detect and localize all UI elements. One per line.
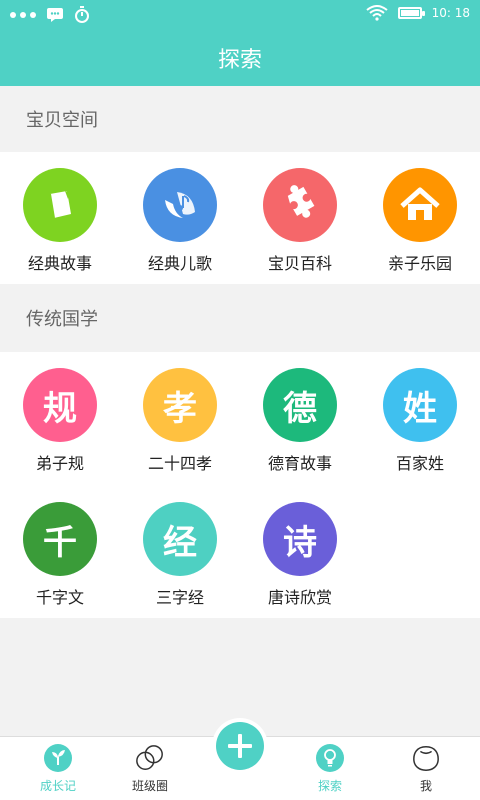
item-label: 唐诗欣赏 [267,588,332,607]
item-classic-songs[interactable]: 经典儿歌 [120,152,240,282]
tab-me[interactable]: 我 [378,743,474,794]
wifi-icon [365,5,388,21]
item-dizigui[interactable]: 规 弟子规 [0,352,120,482]
item-moral-stories[interactable]: 德 德育故事 [240,352,360,482]
item-label: 二十四孝 [147,454,212,473]
item-thousand-char[interactable]: 千 千字文 [0,486,120,616]
item-three-char-classic[interactable]: 经 三字经 [120,486,240,616]
item-label: 经典儿歌 [147,254,212,273]
item-label: 经典故事 [27,254,92,273]
item-label: 德育故事 [267,454,332,473]
tab-label: 我 [419,779,432,793]
baby-space-grid: 经典故事 经典儿歌 宝贝百科 亲子乐园 [0,152,480,284]
page-title: 探索 [217,48,262,73]
book-icon [23,168,97,242]
item-label: 千字文 [35,588,84,607]
plus-icon [216,722,264,770]
section-header-baby-space: 宝贝空间 [0,86,480,152]
tab-label: 成长记 [39,779,76,793]
xing-char-icon: 姓 [383,368,457,442]
sprout-icon [43,743,73,773]
item-classic-stories[interactable]: 经典故事 [0,152,120,282]
tab-growth[interactable]: 成长记 [10,743,106,794]
gui-char-icon: 规 [23,368,97,442]
face-outline-icon [411,743,441,773]
item-label: 弟子规 [35,454,84,473]
add-button[interactable] [212,718,268,774]
shi-char-icon: 诗 [263,502,337,576]
qian-char-icon: 千 [23,502,97,576]
xiao-char-icon: 孝 [143,368,217,442]
title-bar: 探索 [0,30,480,86]
clock: 10: 18 [431,6,470,20]
item-hundred-surnames[interactable]: 姓 百家姓 [360,352,480,482]
section-header-traditional-studies: 传统国学 [0,284,480,352]
item-baby-encyclopedia[interactable]: 宝贝百科 [240,152,360,282]
jing-char-icon: 经 [143,502,217,576]
timer-icon [75,6,89,23]
puzzle-icon [263,168,337,242]
traditional-studies-grid: 规 弟子规 孝 二十四孝 德 德育故事 姓 百家姓 千 千字文 经 三字经 诗 … [0,352,480,618]
house-icon [383,168,457,242]
tab-label: 班级圈 [131,779,168,793]
item-label: 三字经 [155,588,204,607]
item-label: 百家姓 [395,454,444,473]
signal-dots-icon [10,12,36,18]
section-title: 传统国学 [26,309,98,330]
item-parent-child-park[interactable]: 亲子乐园 [360,152,480,282]
section-title: 宝贝空间 [26,110,98,131]
tab-class-circle[interactable]: 班级圈 [102,743,198,794]
battery-icon [397,7,425,19]
item-tang-poems[interactable]: 诗 唐诗欣赏 [240,486,360,616]
music-icon [143,168,217,242]
item-twenty-four-filial[interactable]: 孝 二十四孝 [120,352,240,482]
item-label: 宝贝百科 [267,254,332,273]
circles-icon [135,743,165,773]
lightbulb-icon [315,743,345,773]
status-bar: 10: 18 [0,0,480,30]
tab-label: 探索 [317,779,342,793]
de-char-icon: 德 [263,368,337,442]
message-icon [47,8,63,22]
item-label: 亲子乐园 [387,254,452,273]
tab-explore[interactable]: 探索 [282,743,378,794]
